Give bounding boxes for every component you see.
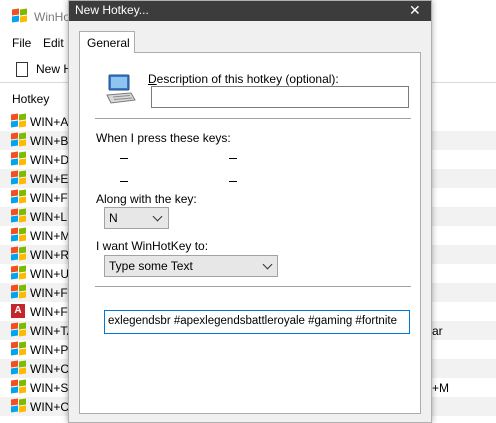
description-cell: +M (432, 381, 450, 395)
modifier-slot-1[interactable] (120, 158, 128, 159)
windows-flag-icon (11, 113, 27, 128)
hotkey-cell: WIN+B (30, 134, 69, 148)
windows-flag-icon (11, 170, 27, 185)
windows-flag-icon (11, 265, 27, 280)
apex-legends-icon: A (11, 304, 27, 318)
windows-flag-icon (11, 341, 27, 356)
along-key-label: Along with the key: (96, 192, 197, 206)
when-press-label: When I press these keys: (96, 131, 231, 145)
windows-flag-icon (11, 151, 27, 166)
tab-general[interactable]: General (79, 31, 135, 53)
want-label: I want WinHotKey to: (96, 239, 209, 253)
hotkey-cell: WIN+F (30, 191, 68, 205)
windows-flag-icon (11, 227, 27, 242)
description-label: Description of this hotkey (optional): (148, 72, 339, 86)
menu-file[interactable]: File (12, 36, 31, 50)
chevron-down-icon (152, 211, 163, 222)
windows-flag-icon (11, 284, 27, 299)
list-header-hotkey[interactable]: Hotkey (12, 92, 49, 106)
description-cell: ar (432, 324, 443, 338)
new-hotkey-dialog: New Hotkey... ✕ General Description of t… (68, 0, 432, 423)
windows-flag-icon (11, 132, 27, 147)
windows-flag-icon (11, 322, 27, 337)
windows-flag-icon (11, 398, 27, 413)
text-to-type-field[interactable]: exlegendsbr #apexlegendsbattleroyale #ga… (104, 310, 410, 334)
hotkey-cell: WIN+U (30, 267, 69, 281)
modifier-slot-2[interactable] (229, 158, 237, 159)
chevron-down-icon (262, 259, 273, 270)
action-select[interactable]: Type some Text (104, 255, 278, 277)
hotkey-cell: WIN+A (30, 115, 69, 129)
hotkey-cell: WIN+L (30, 210, 68, 224)
modifier-slot-3[interactable] (120, 181, 128, 182)
description-field[interactable] (151, 86, 409, 108)
divider (95, 118, 411, 119)
dialog-titlebar: New Hotkey... ✕ (69, 1, 431, 21)
tab-general-label: General (87, 36, 130, 50)
text-to-type-value: exlegendsbr #apexlegendsbattleroyale #ga… (108, 315, 397, 327)
hotkey-cell: WIN+M (30, 229, 71, 243)
hotkey-cell: WIN+E (30, 172, 69, 186)
close-icon[interactable]: ✕ (409, 2, 421, 19)
windows-flag-icon (11, 360, 27, 375)
keyboard-computer-icon (106, 74, 136, 104)
dialog-title: New Hotkey... (75, 3, 149, 17)
windows-flag-icon (11, 246, 27, 261)
windows-flag-icon (11, 189, 27, 204)
menu-edit[interactable]: Edit (43, 36, 64, 50)
key-select[interactable]: N (104, 207, 169, 229)
windows-flag-icon (12, 8, 28, 23)
divider (95, 286, 411, 287)
windows-flag-icon (11, 208, 27, 223)
action-select-value: Type some Text (109, 259, 193, 273)
windows-flag-icon (11, 379, 27, 394)
modifier-slot-4[interactable] (229, 181, 237, 182)
key-select-value: N (109, 211, 118, 225)
new-document-icon (16, 62, 28, 77)
hotkey-cell: WIN+R (30, 248, 69, 262)
hotkey-cell: WIN+D (30, 153, 69, 167)
